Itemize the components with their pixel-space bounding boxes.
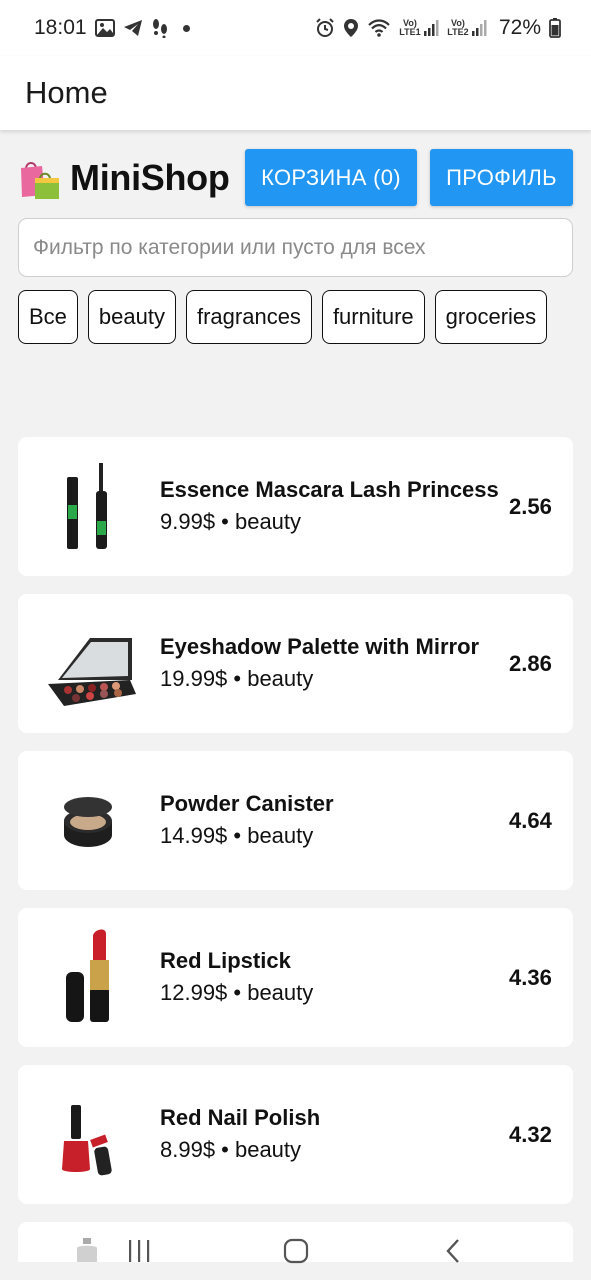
gallery-icon bbox=[94, 19, 115, 37]
status-right: Vo) LTE1 Vo) LTE2 72% bbox=[315, 16, 561, 40]
status-left: 18:01 bbox=[34, 16, 190, 40]
location-icon bbox=[343, 18, 359, 38]
chip-fragrances[interactable]: fragrances bbox=[185, 290, 312, 344]
category-chips: Все beauty fragrances furniture grocerie… bbox=[18, 290, 573, 344]
app-bar: Home bbox=[0, 56, 591, 130]
product-card[interactable]: Eyeshadow Palette with Mirror 19.99$ • b… bbox=[18, 594, 573, 733]
back-button[interactable] bbox=[423, 1231, 483, 1271]
shopping-bags-icon bbox=[18, 155, 62, 201]
system-nav-bar bbox=[0, 1222, 591, 1280]
product-rating: 2.56 bbox=[509, 493, 552, 519]
home-button[interactable] bbox=[266, 1231, 326, 1271]
lte2-signal-icon: Vo) LTE2 bbox=[447, 19, 487, 37]
chip-all[interactable]: Все bbox=[18, 290, 78, 344]
shop-title: MiniShop bbox=[70, 156, 230, 198]
chip-groceries[interactable]: groceries bbox=[434, 290, 548, 344]
product-rating: 4.36 bbox=[509, 964, 552, 990]
shop-header: MiniShop КОРЗИНА (0) ПРОФИЛЬ bbox=[18, 149, 573, 206]
wifi-icon bbox=[367, 18, 391, 38]
telegram-icon bbox=[123, 19, 143, 37]
chip-beauty[interactable]: beauty bbox=[87, 290, 176, 344]
alarm-icon bbox=[315, 18, 335, 38]
battery-percentage: 72% bbox=[498, 16, 541, 39]
product-name: Red Nail Polish bbox=[160, 1105, 321, 1130]
product-name: Red Lipstick bbox=[160, 948, 291, 973]
cart-button[interactable]: КОРЗИНА (0) bbox=[245, 149, 417, 206]
product-info: Powder Canister 14.99$ • beauty bbox=[160, 789, 509, 852]
battery-icon bbox=[549, 18, 561, 38]
product-info: Red Nail Polish 8.99$ • beauty bbox=[160, 1103, 509, 1166]
product-card[interactable]: Red Lipstick 12.99$ • beauty 4.36 bbox=[18, 908, 573, 1047]
product-info: Essence Mascara Lash Princess 9.99$ • be… bbox=[160, 475, 509, 538]
category-filter-input[interactable] bbox=[18, 218, 573, 277]
chip-furniture[interactable]: furniture bbox=[321, 290, 425, 344]
status-time: 18:01 bbox=[34, 16, 87, 39]
lte1-signal-icon: Vo) LTE1 bbox=[399, 19, 439, 37]
product-card[interactable]: Powder Canister 14.99$ • beauty 4.64 bbox=[18, 751, 573, 890]
status-bar: 18:01 Vo) LTE1 Vo) LTE2 72% bbox=[0, 0, 591, 56]
product-info: Eyeshadow Palette with Mirror 19.99$ • b… bbox=[160, 632, 509, 695]
product-info: Red Lipstick 12.99$ • beauty bbox=[160, 946, 509, 1009]
powder-canister-icon bbox=[18, 751, 160, 890]
eyeshadow-palette-icon bbox=[18, 594, 160, 733]
mascara-icon bbox=[18, 437, 160, 576]
product-meta: 9.99$ • beauty bbox=[160, 509, 302, 534]
profile-button[interactable]: ПРОФИЛЬ bbox=[430, 149, 573, 206]
steps-icon bbox=[151, 18, 169, 38]
product-rating: 4.64 bbox=[509, 807, 552, 833]
notification-dot-icon bbox=[182, 24, 190, 32]
lipstick-icon bbox=[18, 908, 160, 1047]
app-bar-title: Home bbox=[25, 75, 108, 110]
product-name: Powder Canister bbox=[160, 791, 334, 816]
recent-apps-button[interactable] bbox=[109, 1231, 169, 1271]
product-meta: 14.99$ • beauty bbox=[160, 823, 314, 848]
nail-polish-icon bbox=[18, 1065, 160, 1204]
lte1-label: Vo) LTE1 bbox=[399, 18, 421, 37]
product-meta: 19.99$ • beauty bbox=[160, 666, 314, 691]
product-name: Essence Mascara Lash Princess bbox=[160, 477, 499, 502]
product-name: Eyeshadow Palette with Mirror bbox=[160, 634, 480, 659]
product-meta: 12.99$ • beauty bbox=[160, 980, 314, 1005]
product-card[interactable]: Essence Mascara Lash Princess 9.99$ • be… bbox=[18, 437, 573, 576]
product-card[interactable]: Red Nail Polish 8.99$ • beauty 4.32 bbox=[18, 1065, 573, 1204]
product-rating: 4.32 bbox=[509, 1121, 552, 1147]
lte2-label: Vo) LTE2 bbox=[447, 18, 469, 37]
product-rating: 2.86 bbox=[509, 650, 552, 676]
product-meta: 8.99$ • beauty bbox=[160, 1137, 302, 1162]
